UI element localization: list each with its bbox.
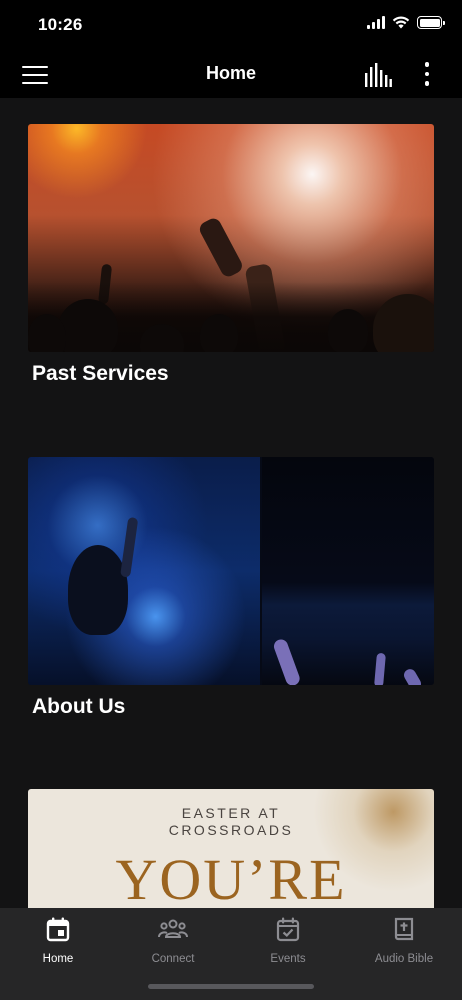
more-vertical-icon[interactable] (418, 62, 436, 88)
easter-text-line2: CROSSROADS (168, 822, 294, 838)
easter-image[interactable]: EASTER AT CROSSROADS YOU’RE (28, 789, 434, 908)
audio-levels-icon[interactable] (364, 63, 392, 87)
tab-label: Audio Bible (374, 953, 434, 965)
tab-home[interactable]: Home (8, 916, 108, 965)
calendar-check-icon (276, 917, 300, 942)
wifi-icon (392, 16, 410, 29)
tab-connect[interactable]: Connect (123, 916, 223, 965)
bible-icon (394, 917, 414, 941)
cellular-signal-icon (367, 16, 385, 29)
card-title: About Us (32, 695, 126, 718)
tab-label: Events (270, 953, 306, 965)
calendar-home-icon (46, 917, 70, 942)
easter-text-big: YOU’RE (115, 847, 347, 908)
people-icon (158, 919, 188, 938)
about-us-image[interactable] (28, 457, 434, 685)
card-title: Past Services (32, 362, 169, 385)
status-bar: 10:26 (0, 0, 462, 52)
status-icons (367, 16, 445, 29)
card-past-services[interactable]: Past Services (28, 124, 434, 386)
easter-text-line1: EASTER AT (181, 805, 281, 821)
home-indicator[interactable] (148, 984, 314, 989)
tab-label: Home (42, 953, 74, 965)
card-easter[interactable]: EASTER AT CROSSROADS YOU’RE (28, 789, 434, 908)
worship-stage-photo (28, 457, 260, 685)
past-services-image[interactable] (28, 124, 434, 352)
battery-icon (417, 16, 445, 29)
page-title: Home (205, 63, 256, 83)
top-nav-bar: Home (0, 52, 462, 98)
tab-events[interactable]: Events (238, 916, 338, 965)
card-about-us[interactable]: About Us (28, 457, 434, 719)
tab-audio-bible[interactable]: Audio Bible (354, 916, 454, 965)
home-feed[interactable]: Past Services About Us EASTER AT CROSSRO… (0, 98, 462, 908)
tab-label: Connect (151, 953, 195, 965)
status-time: 10:26 (38, 15, 83, 34)
